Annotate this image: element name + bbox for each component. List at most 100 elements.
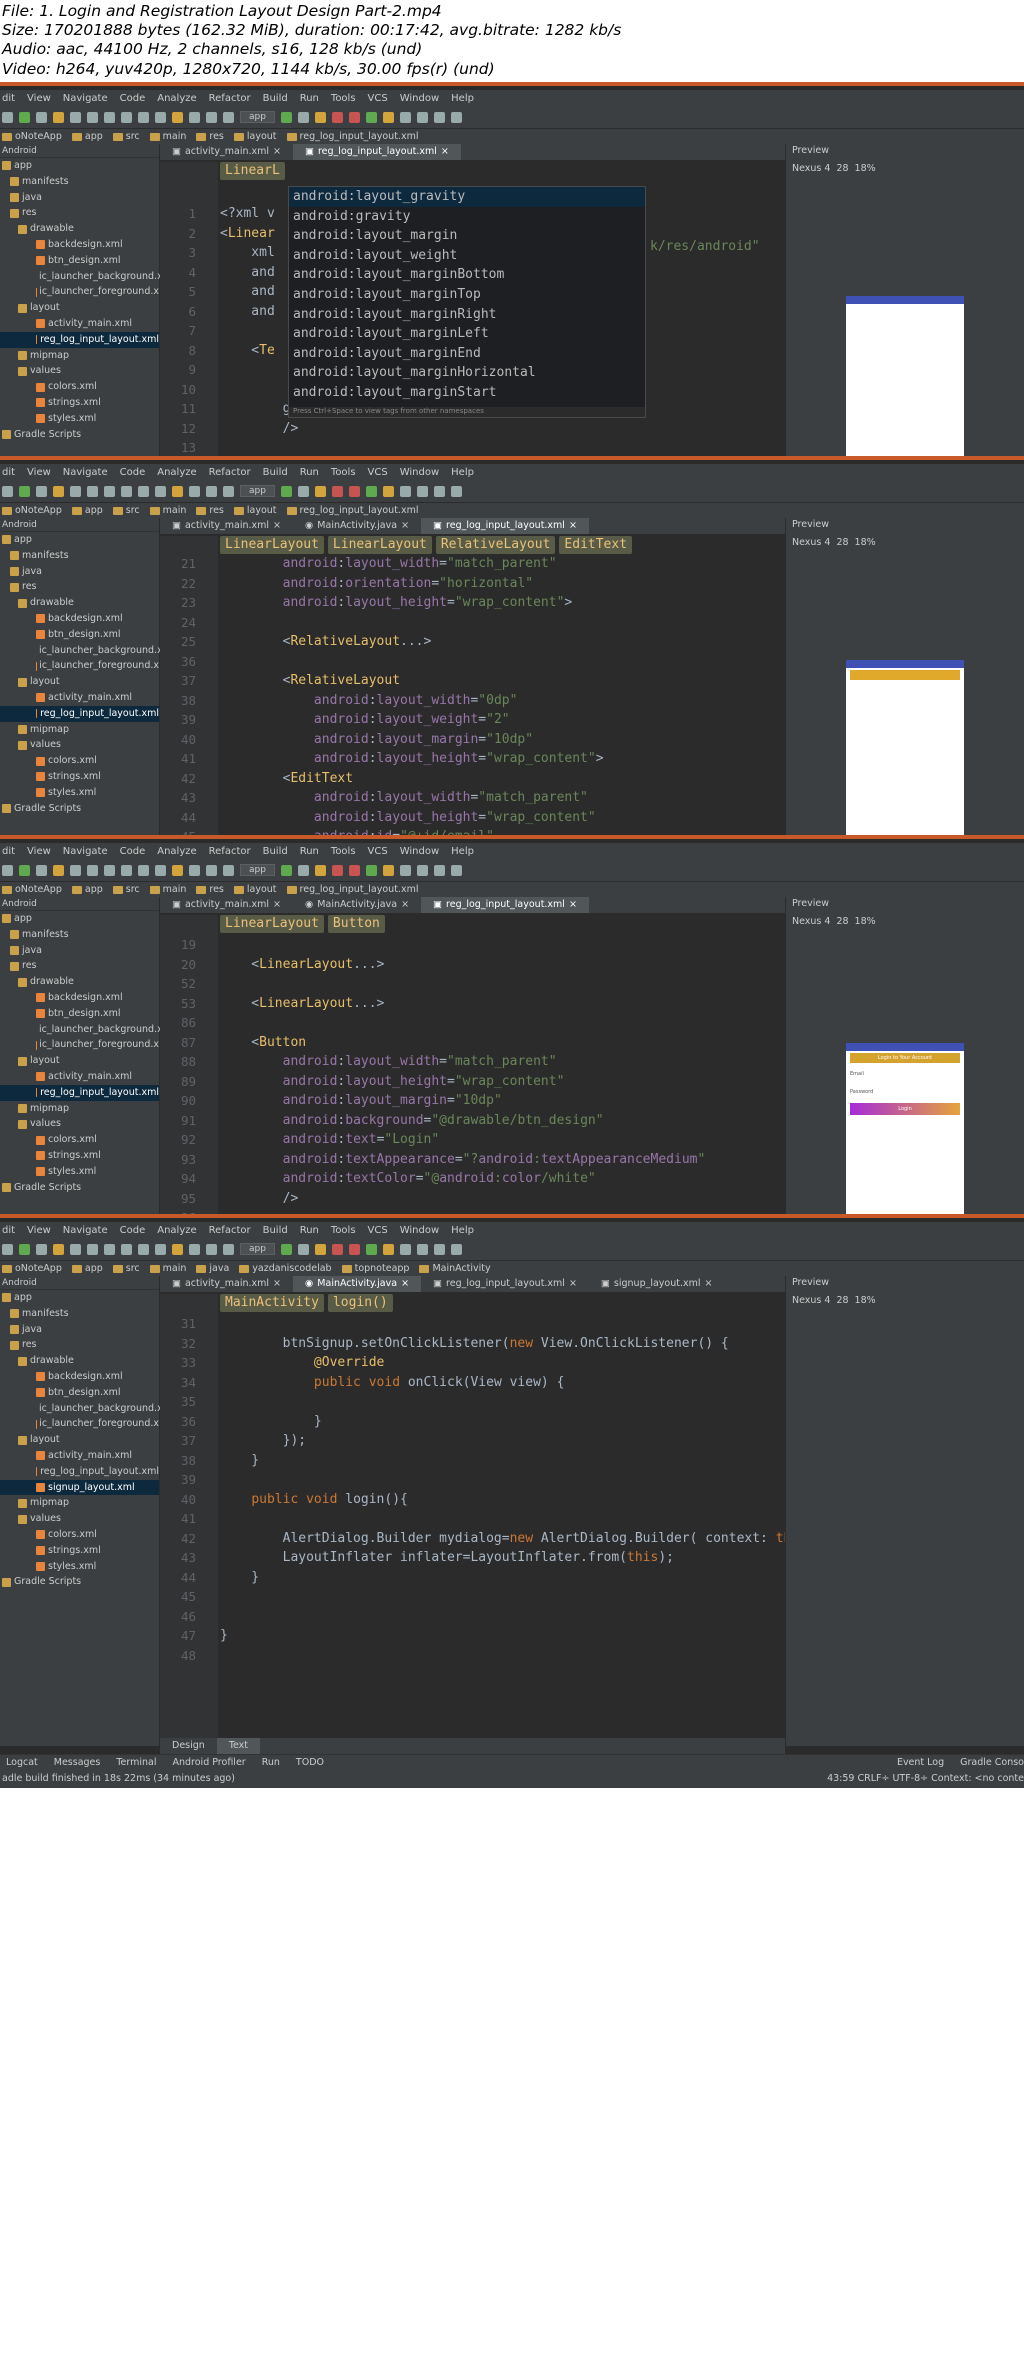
toolbar-icon[interactable]	[70, 111, 81, 123]
toolbar-icon[interactable]	[121, 111, 132, 123]
menu-item[interactable]: View	[27, 846, 51, 857]
tool-window-button[interactable]: Android Profiler	[173, 1757, 246, 1768]
toolbar-icon[interactable]	[433, 864, 445, 876]
project-view-selector[interactable]: Android	[0, 518, 159, 532]
tree-item[interactable]: ic_launcher_background.x	[0, 269, 163, 285]
toolbar-icon[interactable]	[104, 1243, 115, 1255]
toolbar-icon[interactable]	[399, 485, 411, 497]
toolbar-icon[interactable]	[155, 485, 166, 497]
menu-item[interactable]: Run	[300, 93, 319, 104]
toolbar-icon[interactable]	[365, 111, 377, 123]
menu-item[interactable]: Navigate	[63, 1225, 108, 1236]
structure-chip[interactable]: MainActivity	[220, 1294, 324, 1312]
menu-item[interactable]: Navigate	[63, 467, 108, 478]
toolbar-icon[interactable]	[53, 864, 64, 876]
tree-item[interactable]: reg_log_input_layout.xml	[0, 1464, 159, 1480]
code-editor[interactable]: btnSignup.setOnClickListener(new View.On…	[220, 1314, 785, 1758]
toolbar-icon[interactable]	[53, 485, 64, 497]
tree-item[interactable]: drawable	[0, 974, 159, 990]
menu-item[interactable]: Analyze	[157, 93, 196, 104]
toolbar-icon[interactable]	[87, 864, 98, 876]
tree-item[interactable]: reg_log_input_layout.xml	[0, 705, 159, 722]
toolbar-icon[interactable]	[36, 1243, 47, 1255]
toolbar-icon[interactable]	[223, 111, 234, 123]
autocomplete-item[interactable]: android:layout_weight	[289, 246, 645, 266]
tree-item[interactable]: Gradle Scripts	[0, 427, 159, 443]
tree-item[interactable]: styles.xml	[0, 785, 159, 801]
close-icon[interactable]: ×	[705, 1276, 713, 1292]
menu-item[interactable]: Run	[300, 846, 319, 857]
tree-item[interactable]: colors.xml	[0, 379, 159, 395]
tree-item[interactable]: activity_main.xml	[0, 316, 159, 332]
tree-item[interactable]: Gradle Scripts	[0, 1574, 159, 1590]
run-config-select[interactable]: app	[240, 485, 275, 497]
tree-item[interactable]: backdesign.xml	[0, 237, 159, 253]
toolbar-icon[interactable]	[2, 864, 13, 876]
toolbar-icon[interactable]	[399, 111, 411, 123]
toolbar-icon[interactable]	[450, 485, 462, 497]
toolbar-icon[interactable]	[138, 864, 149, 876]
toolbar-icon[interactable]	[297, 485, 309, 497]
menu-item[interactable]: Code	[120, 93, 146, 104]
toolbar-icon[interactable]	[155, 111, 166, 123]
menu-item[interactable]: Build	[263, 846, 288, 857]
breadcrumb-item[interactable]: res	[196, 884, 224, 895]
toolbar-icon[interactable]	[416, 1243, 428, 1255]
toolbar-icon[interactable]	[189, 864, 200, 876]
event-log-button[interactable]: Event Log	[897, 1757, 944, 1768]
toolbar-icon[interactable]	[87, 111, 98, 123]
editor-tab[interactable]: ▣ reg_log_input_layout.xml ×	[421, 1276, 589, 1292]
toolbar-icon[interactable]	[223, 485, 234, 497]
close-icon[interactable]: ×	[401, 518, 409, 534]
toolbar-icon[interactable]	[36, 485, 47, 497]
editor-tab[interactable]: ▣ activity_main.xml ×	[160, 144, 293, 160]
toolbar-icon[interactable]	[121, 864, 132, 876]
tree-item[interactable]: styles.xml	[0, 1559, 159, 1575]
menu-item[interactable]: View	[27, 467, 51, 478]
toolbar-icon[interactable]	[155, 864, 166, 876]
toolbar-icon[interactable]	[297, 864, 309, 876]
breadcrumb-item[interactable]: main	[149, 131, 186, 142]
breadcrumb-item[interactable]: main	[149, 1263, 186, 1274]
toolbar-icon[interactable]	[70, 1243, 81, 1255]
editor-tab[interactable]: ▣ activity_main.xml ×	[160, 1276, 293, 1292]
menu-item[interactable]: VCS	[368, 467, 388, 478]
close-icon[interactable]: ×	[441, 144, 449, 160]
toolbar-icon[interactable]	[365, 1243, 377, 1255]
tree-item[interactable]: app	[0, 158, 159, 174]
toolbar-icon[interactable]	[138, 1243, 149, 1255]
menu-item[interactable]: Window	[400, 846, 439, 857]
menu-item[interactable]: Window	[400, 93, 439, 104]
tool-window-button[interactable]: Logcat	[6, 1757, 38, 1768]
tree-item[interactable]: reg_log_input_layout.xml	[0, 1084, 159, 1101]
breadcrumb-item[interactable]: src	[112, 1263, 140, 1274]
toolbar-icon[interactable]	[36, 111, 47, 123]
menu-item[interactable]: Window	[400, 467, 439, 478]
toolbar-icon[interactable]	[365, 864, 377, 876]
tree-item[interactable]: styles.xml	[0, 1164, 159, 1180]
device-select[interactable]: Nexus 4	[792, 1295, 830, 1306]
menu-item[interactable]: Build	[263, 1225, 288, 1236]
toolbar-icon[interactable]	[19, 864, 30, 876]
toolbar-icon[interactable]	[348, 864, 360, 876]
menu-item[interactable]: Window	[400, 1225, 439, 1236]
toolbar-icon[interactable]	[53, 1243, 64, 1255]
breadcrumb-item[interactable]: yazdaniscodelab	[239, 1263, 332, 1274]
tree-item[interactable]: strings.xml	[0, 1543, 159, 1559]
breadcrumb-item[interactable]: app	[71, 1263, 103, 1274]
tree-item[interactable]: backdesign.xml	[0, 990, 159, 1006]
structure-chip[interactable]: EditText	[559, 536, 633, 554]
menu-item[interactable]: Tools	[331, 93, 356, 104]
tree-item[interactable]: activity_main.xml	[0, 690, 159, 706]
toolbar-icon[interactable]	[206, 864, 217, 876]
tree-item[interactable]: backdesign.xml	[0, 1369, 159, 1385]
toolbar-icon[interactable]	[19, 485, 30, 497]
menu-item[interactable]: VCS	[368, 846, 388, 857]
tree-item[interactable]: activity_main.xml	[0, 1069, 159, 1085]
toolbar-icon[interactable]	[189, 111, 200, 123]
gradle-console-button[interactable]: Gradle Conso	[960, 1757, 1024, 1768]
breadcrumb-item[interactable]: src	[112, 131, 140, 142]
toolbar-icon[interactable]	[416, 485, 428, 497]
tree-item[interactable]: btn_design.xml	[0, 1385, 159, 1401]
menu-item[interactable]: Tools	[331, 467, 356, 478]
